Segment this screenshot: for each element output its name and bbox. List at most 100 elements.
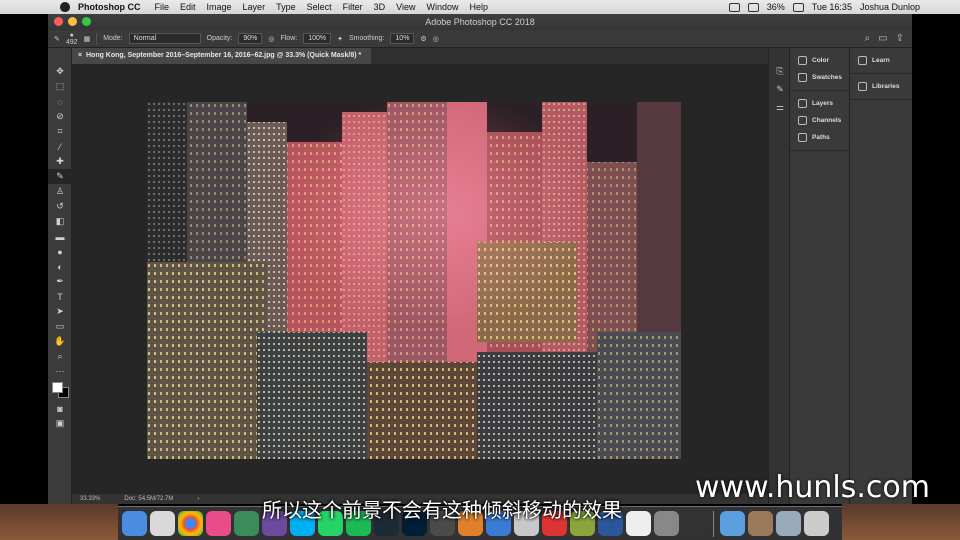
close-icon[interactable]: × xyxy=(78,52,82,59)
battery-icon[interactable] xyxy=(792,2,804,12)
watermark: www.hunls.com xyxy=(695,470,931,505)
quick-mask-icon[interactable]: ◙ xyxy=(48,401,72,416)
history-panel-icon[interactable]: ⎘ xyxy=(769,62,791,80)
smoothing-field[interactable]: 10% xyxy=(390,33,415,44)
finder-icon[interactable] xyxy=(122,511,147,536)
chrome-icon[interactable] xyxy=(178,511,203,536)
brush-panel-icon[interactable]: ▦ xyxy=(84,35,91,43)
canvas-area[interactable] xyxy=(72,64,768,494)
color-swatches[interactable] xyxy=(52,379,71,401)
blur-tool-icon[interactable]: ● xyxy=(48,244,72,259)
folder-icon[interactable] xyxy=(720,511,745,536)
screen-mode-icon[interactable]: ▣ xyxy=(48,416,72,431)
user-name[interactable]: Joshua Dunlop xyxy=(860,2,920,12)
pressure-size-icon[interactable]: ◎ xyxy=(433,35,439,43)
menu-image[interactable]: Image xyxy=(207,2,232,12)
zoom-tool-icon[interactable]: ⌕ xyxy=(48,349,72,364)
menu-type[interactable]: Type xyxy=(276,2,296,12)
foreground-color-swatch[interactable] xyxy=(52,382,63,393)
crop-tool-icon[interactable]: ⌗ xyxy=(48,124,72,139)
doc-size: Doc: 54.5M/72.7M xyxy=(124,496,174,502)
zoom-button[interactable] xyxy=(82,17,91,26)
close-button[interactable] xyxy=(54,17,63,26)
more-tools-icon[interactable]: ⋯ xyxy=(48,364,72,379)
menu-file[interactable]: File xyxy=(155,2,170,12)
options-right: ⌕ ▭ ⇪ xyxy=(865,33,904,44)
app-menu[interactable]: Photoshop CC xyxy=(78,2,141,12)
downloads-icon[interactable] xyxy=(776,511,801,536)
menu-help[interactable]: Help xyxy=(469,2,488,12)
panel-channels[interactable]: Channels xyxy=(790,112,849,129)
clock[interactable]: Tue 16:35 xyxy=(812,2,852,12)
app-icon[interactable] xyxy=(206,511,231,536)
panel-color[interactable]: Color xyxy=(790,52,849,69)
move-tool-icon[interactable]: ✥ xyxy=(48,64,72,79)
eraser-tool-icon[interactable]: ◧ xyxy=(48,214,72,229)
stamp-tool-icon[interactable]: ♙ xyxy=(48,184,72,199)
menu-filter[interactable]: Filter xyxy=(343,2,363,12)
flow-field[interactable]: 100% xyxy=(303,33,332,44)
menu-3d[interactable]: 3D xyxy=(374,2,386,12)
hand-tool-icon[interactable]: ✋ xyxy=(48,334,72,349)
document-image[interactable] xyxy=(147,102,681,459)
pen-tool-icon[interactable]: ✒ xyxy=(48,274,72,289)
trash-icon[interactable] xyxy=(804,511,829,536)
pressure-opacity-icon[interactable]: ◎ xyxy=(268,35,274,43)
quicktime-icon[interactable] xyxy=(682,511,707,536)
video-subtitle: 所以这个前景不会有这种倾斜移动的效果 xyxy=(262,498,622,522)
window-title: Adobe Photoshop CC 2018 xyxy=(425,17,535,27)
app-icon[interactable] xyxy=(234,511,259,536)
mode-select[interactable]: Normal xyxy=(128,33,201,44)
shape-tool-icon[interactable]: ▭ xyxy=(48,319,72,334)
options-bar: ✎ ● 492 ▦ Mode: Normal Opacity: 90% ◎ Fl… xyxy=(48,30,912,48)
opacity-field[interactable]: 90% xyxy=(238,33,263,44)
status-menu-icon[interactable]: › xyxy=(197,496,199,502)
menu-layer[interactable]: Layer xyxy=(243,2,266,12)
panel-layers[interactable]: Layers xyxy=(790,95,849,112)
panel-learn[interactable]: Learn xyxy=(850,52,912,69)
photos-stack-icon[interactable] xyxy=(748,511,773,536)
eyedropper-tool-icon[interactable]: ⁄ xyxy=(48,139,72,154)
dodge-tool-icon[interactable]: ◐ xyxy=(48,259,72,274)
calendar-icon[interactable] xyxy=(626,511,651,536)
gradient-tool-icon[interactable]: ▬ xyxy=(48,229,72,244)
brush-settings-icon[interactable]: ✎ xyxy=(769,80,791,98)
menu-select[interactable]: Select xyxy=(307,2,332,12)
preview-icon[interactable] xyxy=(150,511,175,536)
history-brush-tool-icon[interactable]: ↺ xyxy=(48,199,72,214)
document-tab[interactable]: × Hong Kong, September 2016–September 16… xyxy=(72,48,372,64)
search-icon[interactable]: ⌕ xyxy=(865,33,871,44)
menu-view[interactable]: View xyxy=(396,2,415,12)
quick-select-tool-icon[interactable]: ⊘ xyxy=(48,109,72,124)
opacity-label: Opacity: xyxy=(206,35,233,42)
zoom-level[interactable]: 33.33% xyxy=(80,496,100,502)
quick-mask-overlay xyxy=(277,102,597,332)
brush-preset-picker[interactable]: ● 492 xyxy=(66,32,78,46)
collapsed-panels-right: Learn Libraries xyxy=(850,48,912,504)
window-controls xyxy=(54,17,91,26)
path-select-tool-icon[interactable]: ➤ xyxy=(48,304,72,319)
brush-tool-icon[interactable]: ✎ xyxy=(48,169,72,184)
brush-tool-icon[interactable]: ✎ xyxy=(54,35,60,43)
dropbox-icon[interactable] xyxy=(728,2,740,12)
battery-percent[interactable]: 36% xyxy=(767,2,785,12)
apple-icon[interactable] xyxy=(60,2,70,12)
collapsed-panels: Color Swatches Layers Channels Paths xyxy=(790,48,850,504)
healing-tool-icon[interactable]: ✚ xyxy=(48,154,72,169)
app-icon[interactable] xyxy=(654,511,679,536)
menu-window[interactable]: Window xyxy=(426,2,458,12)
workspace-icon[interactable]: ▭ xyxy=(878,33,887,44)
marquee-tool-icon[interactable]: ⬚ xyxy=(48,79,72,94)
adjustments-icon[interactable]: ⚌ xyxy=(769,98,791,116)
lasso-tool-icon[interactable]: ◌ xyxy=(48,94,72,109)
panel-libraries[interactable]: Libraries xyxy=(850,78,912,95)
panel-swatches[interactable]: Swatches xyxy=(790,69,849,86)
minimize-button[interactable] xyxy=(68,17,77,26)
menu-edit[interactable]: Edit xyxy=(180,2,196,12)
share-icon[interactable]: ⇪ xyxy=(896,33,904,44)
panel-paths[interactable]: Paths xyxy=(790,129,849,146)
type-tool-icon[interactable]: T xyxy=(48,289,72,304)
gear-icon[interactable]: ⚙ xyxy=(420,35,426,43)
airbrush-icon[interactable]: ✦ xyxy=(337,35,343,43)
wifi-icon[interactable] xyxy=(747,2,759,12)
